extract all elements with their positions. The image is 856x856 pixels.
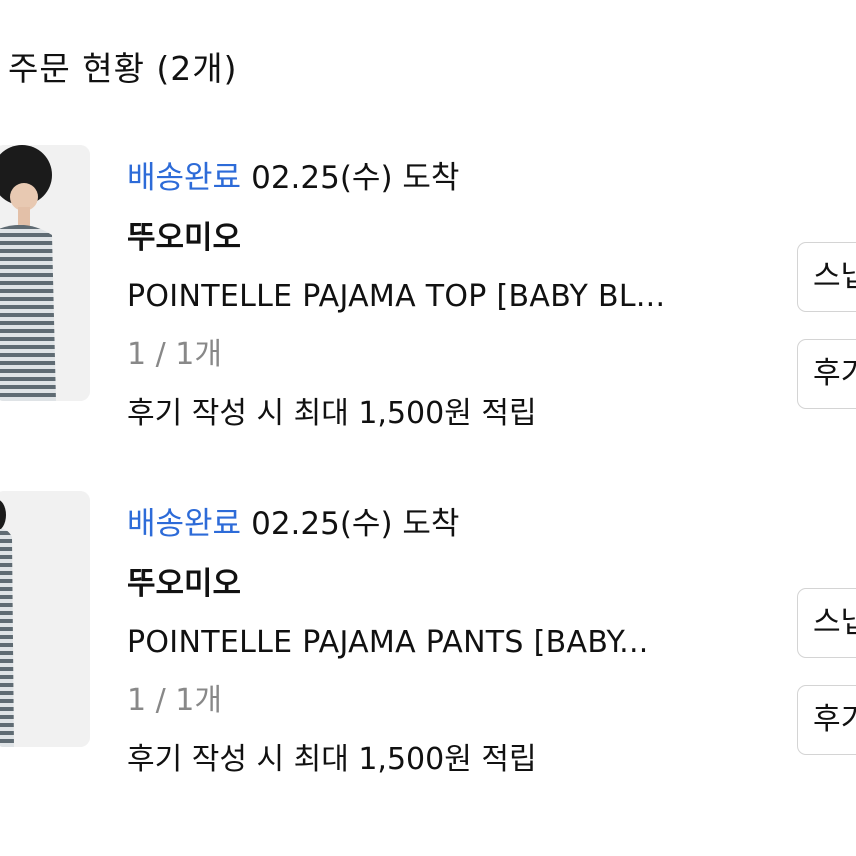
page-title: 주문 현황 (2개) — [8, 49, 238, 88]
product-name[interactable]: POINTELLE PAJAMA PANTS [BABY... — [127, 614, 787, 673]
arrival-date: 02.25(수) 도착 — [251, 160, 460, 196]
snap-button[interactable]: 스냅 — [797, 588, 856, 658]
product-photo-top — [0, 145, 90, 401]
arrival-date: 02.25(수) 도착 — [251, 506, 460, 542]
quantity: 1 / 1개 — [127, 337, 222, 372]
quantity: 1 / 1개 — [127, 683, 222, 718]
brand-name[interactable]: 뚜오미오 — [127, 555, 787, 614]
order-info: 배송완료 02.25(수) 도착 뚜오미오 POINTELLE PAJAMA TO… — [127, 153, 787, 443]
brand-name[interactable]: 뚜오미오 — [127, 209, 787, 268]
snap-button[interactable]: 스냅 — [797, 242, 856, 312]
delivery-status-line: 배송완료 02.25(수) 도착 — [127, 153, 787, 203]
order-info: 배송완료 02.25(수) 도착 뚜오미오 POINTELLE PAJAMA PA… — [127, 499, 787, 789]
delivery-status-line: 배송완료 02.25(수) 도착 — [127, 499, 787, 549]
review-button[interactable]: 후기 — [797, 339, 856, 409]
product-thumbnail[interactable] — [0, 145, 90, 401]
product-photo-pants — [0, 491, 90, 747]
review-reward-text: 후기 작성 시 최대 1,500원 적립 — [127, 741, 537, 777]
product-name[interactable]: POINTELLE PAJAMA TOP [BABY BL... — [127, 268, 787, 327]
review-reward-text: 후기 작성 시 최대 1,500원 적립 — [127, 395, 537, 431]
delivery-status: 배송완료 — [127, 160, 242, 196]
order-item[interactable]: 배송완료 02.25(수) 도착 뚜오미오 POINTELLE PAJAMA TO… — [0, 145, 856, 445]
product-thumbnail[interactable] — [0, 491, 90, 747]
order-item[interactable]: 배송완료 02.25(수) 도착 뚜오미오 POINTELLE PAJAMA PA… — [0, 491, 856, 791]
delivery-status: 배송완료 — [127, 506, 242, 542]
review-button[interactable]: 후기 — [797, 685, 856, 755]
